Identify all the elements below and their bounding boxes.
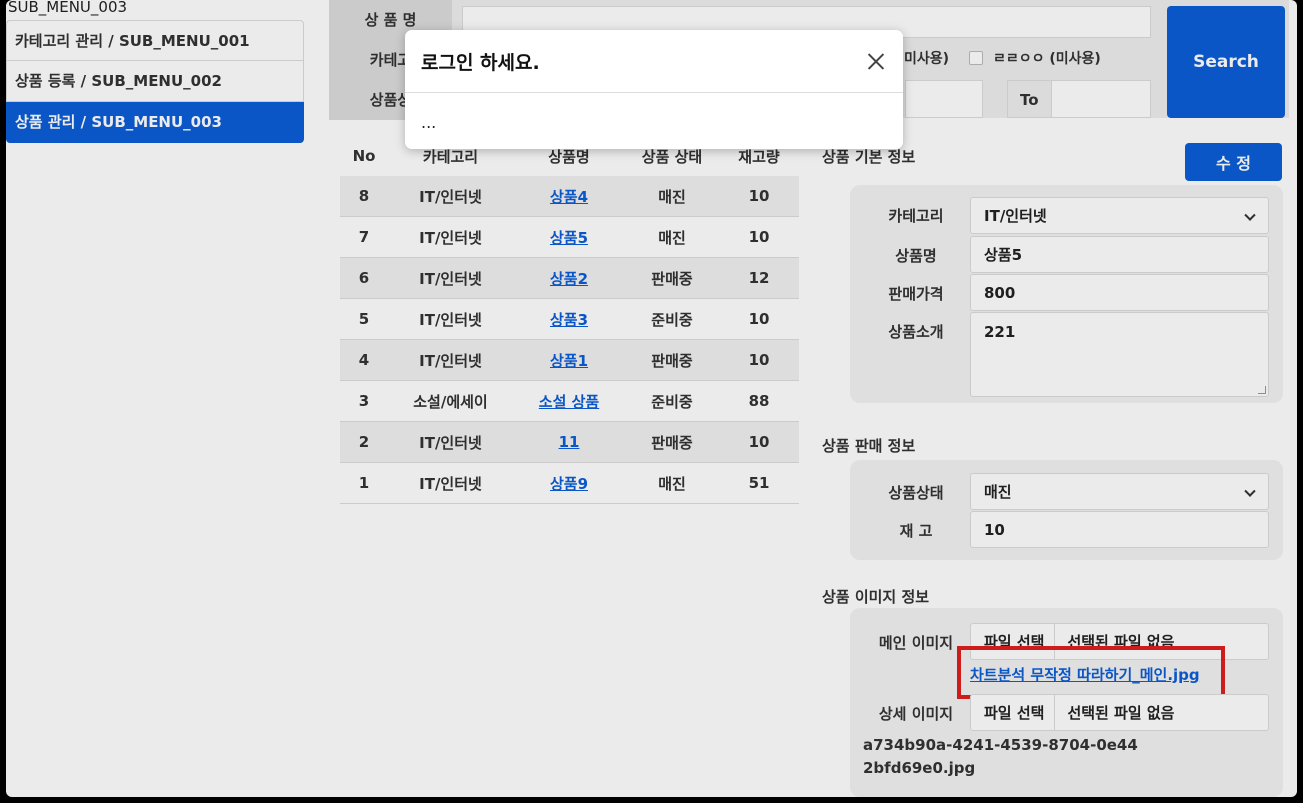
login-modal: 로그인 하세요. ... <box>405 30 903 149</box>
modal-body: ... <box>421 113 437 132</box>
modal-header: 로그인 하세요. <box>405 30 903 93</box>
modal-title: 로그인 하세요. <box>421 51 540 74</box>
close-icon[interactable] <box>865 50 887 72</box>
app-window: SUB_MENU_003 카테고리 관리 / SUB_MENU_001 상품 등… <box>6 0 1297 797</box>
